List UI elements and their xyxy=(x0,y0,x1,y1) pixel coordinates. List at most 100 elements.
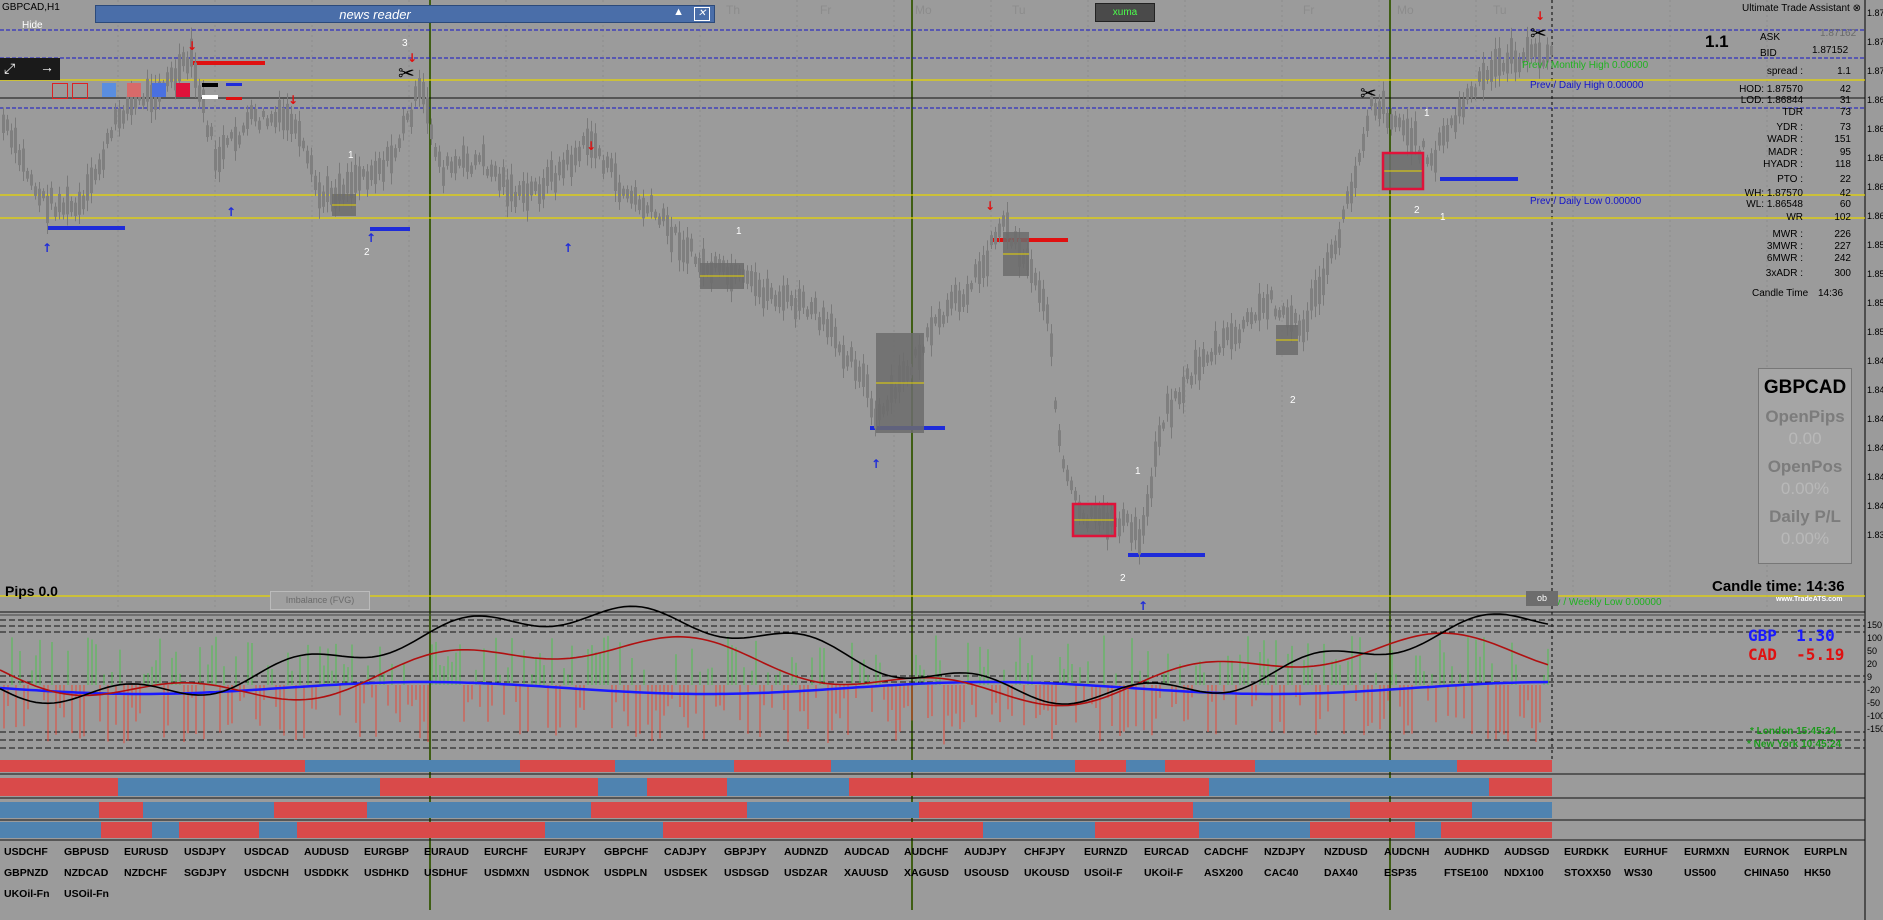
symbol-button[interactable]: WS30 xyxy=(1624,867,1653,879)
symbol-button[interactable]: EURJPY xyxy=(544,846,586,858)
symbol-button[interactable]: EURCHF xyxy=(484,846,528,858)
stat-key: WH: 1.87570 xyxy=(1744,188,1803,199)
symbol-button[interactable]: USDCNH xyxy=(244,867,289,879)
symbol-button[interactable]: EURCAD xyxy=(1144,846,1189,858)
symbol-button[interactable]: EURDKK xyxy=(1564,846,1609,858)
symbol-button[interactable]: AUDJPY xyxy=(964,846,1007,858)
symbol-button[interactable]: ASX200 xyxy=(1204,867,1243,879)
signal-bar xyxy=(188,802,274,818)
symbol-button[interactable]: GBPCHF xyxy=(604,846,648,858)
symbol-button[interactable]: SGDJPY xyxy=(184,867,227,879)
candle-body xyxy=(1046,304,1049,324)
close-circle-icon[interactable]: ⊗ xyxy=(1853,3,1861,14)
osc-tick: 50 xyxy=(1867,646,1878,656)
stat-key: HYADR : xyxy=(1763,159,1803,170)
hide-button[interactable]: Hide xyxy=(22,20,43,31)
symbol-button[interactable]: FTSE100 xyxy=(1444,867,1488,879)
price-tick: 1.85 xyxy=(1867,269,1883,279)
symbol-button[interactable]: USOil-F xyxy=(1084,867,1123,879)
symbol-button[interactable]: DAX40 xyxy=(1324,867,1358,879)
ob-button[interactable]: ob xyxy=(1526,591,1558,606)
symbol-button[interactable]: USDCHF xyxy=(4,846,48,858)
symbol-button[interactable]: ESP35 xyxy=(1384,867,1417,879)
xuma-button[interactable]: xuma xyxy=(1095,3,1155,22)
symbol-button[interactable]: EURMXN xyxy=(1684,846,1730,858)
symbol-button[interactable]: USDSEK xyxy=(664,867,708,879)
symbol-button[interactable]: USOUSD xyxy=(964,867,1009,879)
collapse-icon[interactable]: ▲ xyxy=(673,6,684,18)
tool-panel[interactable]: ⤢ → xyxy=(0,58,60,80)
candle-body xyxy=(958,290,961,312)
symbol-button[interactable]: CAC40 xyxy=(1264,867,1298,879)
symbol-button[interactable]: AUDCHF xyxy=(904,846,948,858)
swatch-blue-2[interactable] xyxy=(152,83,166,97)
symbol-button[interactable]: GBPJPY xyxy=(724,846,767,858)
symbol-button[interactable]: EURNZD xyxy=(1084,846,1128,858)
stat-key: MADR : xyxy=(1768,147,1803,158)
news-reader-bar[interactable]: news reader ▲ ✕ xyxy=(95,5,715,23)
arrow-right-icon[interactable]: → xyxy=(40,59,54,75)
symbol-button[interactable]: NZDJPY xyxy=(1264,846,1305,858)
symbol-button[interactable]: USDSGD xyxy=(724,867,769,879)
swatch-red[interactable] xyxy=(176,83,190,97)
symbol-button[interactable]: AUDCAD xyxy=(844,846,890,858)
symbol-button[interactable]: AUDNZD xyxy=(784,846,828,858)
swatch-blue-line[interactable] xyxy=(226,83,242,86)
symbol-button[interactable]: EURUSD xyxy=(124,846,168,858)
trade-link[interactable]: www.TradeATS.com xyxy=(1776,596,1843,603)
symbol-button[interactable]: GBPUSD xyxy=(64,846,109,858)
symbol-button[interactable]: USOil-Fn xyxy=(64,888,109,900)
symbol-button[interactable]: UKOil-F xyxy=(1144,867,1183,879)
symbol-button[interactable]: USDJPY xyxy=(184,846,226,858)
swatch-black-line[interactable] xyxy=(202,83,218,87)
symbol-button[interactable]: US500 xyxy=(1684,867,1716,879)
symbol-button[interactable]: EURPLN xyxy=(1804,846,1847,858)
symbol-button[interactable]: USDCAD xyxy=(244,846,289,858)
swatch-blue[interactable] xyxy=(102,83,116,97)
swatch-white-line[interactable] xyxy=(202,95,218,99)
symbol-button[interactable]: NZDCHF xyxy=(124,867,167,879)
symbol-button[interactable]: CHFJPY xyxy=(1024,846,1065,858)
swatch-red-line[interactable] xyxy=(226,97,242,100)
symbol-button[interactable]: STOXX50 xyxy=(1564,867,1611,879)
close-icon[interactable]: ✕ xyxy=(694,7,710,21)
swatch-outline-2[interactable] xyxy=(72,83,88,99)
swatch-lightred[interactable] xyxy=(127,83,141,97)
symbol-button[interactable]: USDPLN xyxy=(604,867,647,879)
symbol-button[interactable]: USDNOK xyxy=(544,867,590,879)
stat-value: 60 xyxy=(1839,199,1851,210)
symbol-button[interactable]: AUDSGD xyxy=(1504,846,1550,858)
symbol-button[interactable]: CADJPY xyxy=(664,846,707,858)
price-chart[interactable]: ↓↓↓↓↓↓↑↑↑↑↑↑✂✂✂ xyxy=(0,0,1883,920)
fvg-button[interactable]: Imbalance (FVG) xyxy=(270,591,370,610)
symbol-button[interactable]: EURGBP xyxy=(364,846,409,858)
symbol-button[interactable]: UKOUSD xyxy=(1024,867,1070,879)
symbol-button[interactable]: NZDUSD xyxy=(1324,846,1368,858)
candle-body xyxy=(462,145,465,168)
swatch-outline-1[interactable] xyxy=(52,83,68,99)
expand-icon[interactable]: ⤢ xyxy=(4,60,15,77)
symbol-button[interactable]: EURAUD xyxy=(424,846,469,858)
symbol-button[interactable]: HK50 xyxy=(1804,867,1831,879)
symbol-button[interactable]: NZDCAD xyxy=(64,867,108,879)
candle-body xyxy=(1074,490,1077,501)
symbol-button[interactable]: CADCHF xyxy=(1204,846,1248,858)
symbol-button[interactable]: AUDUSD xyxy=(304,846,349,858)
symbol-button[interactable]: GBPNZD xyxy=(4,867,48,879)
candle-body xyxy=(682,239,685,263)
symbol-button[interactable]: XAGUSD xyxy=(904,867,949,879)
symbol-button[interactable]: AUDHKD xyxy=(1444,846,1490,858)
symbol-button[interactable]: USDHUF xyxy=(424,867,468,879)
candle-body xyxy=(1206,354,1209,363)
symbol-button[interactable]: XAUUSD xyxy=(844,867,888,879)
symbol-button[interactable]: CHINA50 xyxy=(1744,867,1789,879)
symbol-button[interactable]: USDHKD xyxy=(364,867,409,879)
symbol-button[interactable]: EURNOK xyxy=(1744,846,1790,858)
symbol-button[interactable]: USDMXN xyxy=(484,867,530,879)
symbol-button[interactable]: AUDCNH xyxy=(1384,846,1430,858)
symbol-button[interactable]: USDDKK xyxy=(304,867,349,879)
symbol-button[interactable]: NDX100 xyxy=(1504,867,1544,879)
symbol-button[interactable]: UKOil-Fn xyxy=(4,888,50,900)
symbol-button[interactable]: EURHUF xyxy=(1624,846,1668,858)
symbol-button[interactable]: USDZAR xyxy=(784,867,828,879)
